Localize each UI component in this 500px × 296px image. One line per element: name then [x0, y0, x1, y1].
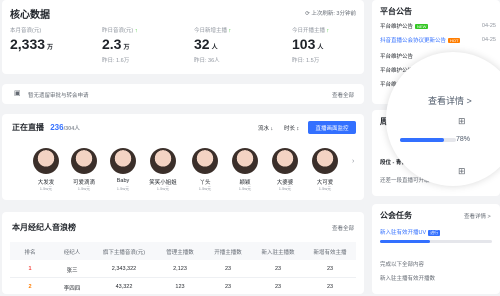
next-arrow-icon[interactable]: › [352, 158, 354, 165]
guild-title: 公会任务 [380, 211, 412, 220]
notice-date: 04-25 [481, 37, 496, 43]
streamer-income: 1.5w元 [238, 186, 252, 191]
managed-cell: 2,123 [173, 266, 187, 272]
valid-cell: 23 [326, 266, 334, 272]
avatar [232, 148, 258, 174]
ranking-title: 本月经纪人音浪榜 [12, 223, 76, 232]
live-cell: 23 [224, 284, 232, 290]
streamer-name: 笑笑小姐姐 [149, 180, 177, 186]
metric-label: 本月音浪(元) [10, 28, 42, 34]
avatar [110, 148, 136, 174]
progress-track [400, 138, 456, 142]
streamer-name: 大可爱 [316, 180, 334, 186]
streamer-income: 1.5w元 [77, 186, 91, 191]
streamer-income: 1.5w元 [39, 186, 53, 191]
live-card: 正在直播 236/304人 流水 ↓ 时长 ↕ 直播画面监控 大发发 1.5w元… [2, 114, 364, 200]
streamer-name: 可爱滴滴 [72, 180, 95, 186]
streamer-income: 1.5w元 [198, 186, 212, 191]
rank-cell: 2 [28, 284, 32, 290]
income-cell: 2,343,322 [111, 266, 137, 272]
guild-view-detail[interactable]: 查看详情 > [464, 212, 491, 220]
streamer-income: 1.5w元 [116, 186, 130, 191]
streamer-name: 大发发 [37, 180, 55, 186]
streamer-name: 颖颖 [239, 180, 251, 186]
agent-cell: 李四四 [63, 286, 81, 292]
streamer-income: 1.5w元 [156, 186, 170, 191]
platform-title: 平台公告 [380, 7, 412, 16]
streamer-name: 大婆婆 [276, 180, 294, 186]
rank-cell: 1 [28, 266, 32, 272]
metric-value: 2,333 万 [10, 36, 54, 52]
streamer-income: 1.5w元 [278, 186, 292, 191]
metric-value: 2.3 万 [102, 36, 130, 52]
guild-task-card: 公会任务 查看详情 > 新入驻有效开播UV 进行 完成以下全部内容 新入驻主播有效… [372, 204, 500, 294]
gift-icon: ⊞ [458, 116, 466, 126]
task-item[interactable]: 新入驻有效开播UV 进行 [380, 228, 441, 236]
table-row[interactable]: 1 张三 2,343,322 2,123 23 23 23 [10, 260, 356, 278]
metric-sub: 昨日: 1.5万 [292, 58, 320, 64]
avatar [71, 148, 97, 174]
metric-label: 今日开播主播 ↑ [292, 28, 330, 34]
avatar [312, 148, 338, 174]
refresh-status[interactable]: ⟳ 上次刷新: 3分钟前 [305, 9, 356, 17]
income-cell: 43,322 [115, 284, 133, 290]
column-header: 经纪人 [63, 250, 81, 256]
metric-value: 103 人 [292, 36, 324, 52]
column-header: 新增有效主播 [313, 250, 347, 256]
column-header: 管理主播数 [166, 250, 194, 256]
streamer-name: 丫头 [199, 180, 211, 186]
core-data-card: 核心数据 ⟳ 上次刷新: 3分钟前 本月音浪(元) 2,333 万 昨日音浪(元)… [2, 0, 364, 74]
metric-value: 32 人 [194, 36, 218, 52]
ranking-table: 排名 经纪人 旗下主播音浪(元) 管理主播数 开播主播数 新入驻主播数 新增有效… [10, 242, 356, 294]
agent-cell: 张三 [66, 268, 78, 274]
big-screen-button[interactable]: 直播画面监控 [308, 121, 356, 134]
metric-sub: 昨日: 1.6万 [102, 58, 130, 64]
task-sub: 新入驻主播有效开播数 [380, 276, 436, 282]
live-cell: 23 [224, 266, 232, 272]
notice-bar: ▣ 暂无遗留审批与转会申请 查看全部 [2, 84, 364, 104]
notice-text: 暂无遗留审批与转会申请 [28, 93, 89, 99]
task-progress-track [380, 240, 492, 243]
notice-view-all-link[interactable]: 查看全部 [332, 91, 354, 99]
notice-item[interactable]: 平台维护公告 [380, 52, 413, 60]
notice-item[interactable]: 平台维护公告 NEW [380, 22, 429, 30]
table-header: 排名 经纪人 旗下主播音浪(元) 管理主播数 开播主播数 新入驻主播数 新增有效… [10, 242, 356, 260]
ranking-card: 本月经纪人音浪榜 查看全部 排名 经纪人 旗下主播音浪(元) 管理主播数 开播主… [2, 212, 364, 294]
approval-icon: ▣ [14, 90, 21, 97]
live-title: 正在直播 236/304人 [12, 123, 80, 132]
streamer-name: Baby [116, 178, 130, 184]
avatar [150, 148, 176, 174]
progress-fill [400, 138, 444, 142]
valid-cell: 23 [326, 284, 334, 290]
new-cell: 23 [274, 284, 282, 290]
notice-item[interactable]: 抖音直播公会协议更新公告 HOT [380, 36, 461, 44]
duration-select[interactable]: 时长 ↕ [284, 124, 299, 132]
column-header: 排名 [24, 250, 36, 256]
streamer-income: 1.5w元 [318, 186, 332, 191]
managed-cell: 123 [175, 284, 185, 290]
refresh-text: 上次刷新: 3分钟前 [311, 11, 356, 17]
metric-label: 今日新增主播 ↑ [194, 28, 232, 34]
ranking-view-all-link[interactable]: 查看全部 [332, 224, 354, 232]
column-header: 新入驻主播数 [261, 250, 295, 256]
avatar [192, 148, 218, 174]
column-header: 旗下主播音浪(元) [102, 250, 146, 256]
percent-label: 78% [456, 136, 471, 143]
task-item[interactable]: 完成以下全部内容 [380, 260, 424, 268]
metric-label: 昨日音浪(元) ↑ [102, 28, 138, 34]
core-data-title: 核心数据 [10, 10, 50, 21]
gift-icon: ⊞ [458, 166, 466, 176]
view-detail-link[interactable]: 查看详情 > [428, 94, 472, 107]
avatar [33, 148, 59, 174]
new-cell: 23 [274, 266, 282, 272]
table-row[interactable]: 2 李四四 43,322 123 23 23 23 [10, 278, 356, 296]
notice-date: 04-25 [481, 23, 496, 29]
task-progress-fill [380, 240, 431, 243]
avatar [272, 148, 298, 174]
sort-select[interactable]: 流水 ↓ [258, 124, 273, 132]
metric-sub: 昨日: 36人 [194, 58, 220, 64]
column-header: 开播主播数 [214, 250, 242, 256]
